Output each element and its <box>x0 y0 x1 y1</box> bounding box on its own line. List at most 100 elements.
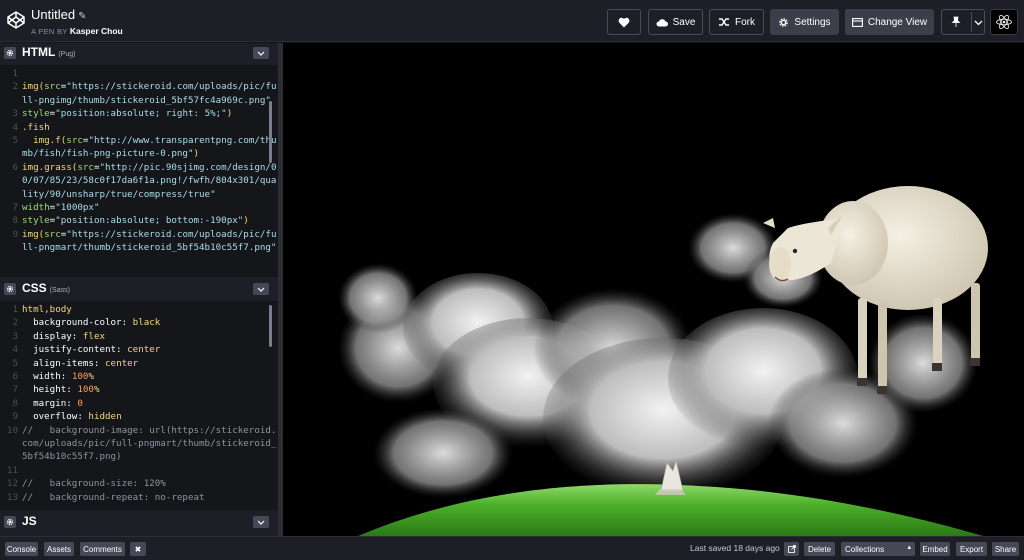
html-pane-title: HTML (Pug) <box>22 45 75 59</box>
preview-scene <box>338 186 988 536</box>
line-number: 2 <box>12 81 18 93</box>
chevron-down-icon <box>257 51 265 56</box>
code-token: % <box>93 384 100 396</box>
code-line: 2 background-color: black <box>0 316 278 329</box>
code-text: align-items: center <box>22 357 278 370</box>
code-token: ) <box>193 148 200 160</box>
code-token: src <box>44 81 61 93</box>
line-number: 11 <box>6 464 18 476</box>
code-text: // background-repeat: no-repeat <box>22 491 278 504</box>
code-token: align-items: <box>22 357 105 369</box>
fork-label: Fork <box>735 16 755 28</box>
code-token: 100 <box>77 384 94 396</box>
console-button[interactable]: Console <box>5 542 38 556</box>
save-button[interactable]: Save <box>648 9 703 35</box>
html-collapse-button[interactable] <box>253 47 269 59</box>
code-line: 9 img(src="https://stickeroid.com/uploads… <box>0 228 278 255</box>
code-line: 1 <box>0 67 278 80</box>
code-token: "1000px" <box>55 202 100 214</box>
pin-icon <box>951 16 961 27</box>
fork-button[interactable]: Fork <box>709 9 764 35</box>
line-number: 8 <box>12 397 18 409</box>
open-external-button[interactable] <box>784 542 799 556</box>
js-pane-name: JS <box>22 514 37 528</box>
user-avatar[interactable] <box>990 9 1018 35</box>
code-token: margin: <box>22 397 78 409</box>
code-token: ) <box>226 108 233 120</box>
css-editor-scrollbar[interactable] <box>269 305 272 347</box>
line-number: 6 <box>12 161 18 173</box>
cloud-icon <box>656 18 668 26</box>
code-line: 8 margin: 0 <box>0 397 278 410</box>
change-view-button[interactable]: Change View <box>845 9 934 35</box>
code-token: center <box>127 344 161 356</box>
html-pane-header: HTML (Pug) <box>0 43 278 63</box>
collections-dropdown[interactable]: Collections ▴ <box>841 542 915 556</box>
close-icon: ✖ <box>134 544 142 554</box>
caret-icon: ▴ <box>907 544 911 551</box>
author-name[interactable]: Kasper Chou <box>70 26 123 36</box>
share-button[interactable]: Share <box>992 542 1019 556</box>
edit-title-icon[interactable]: ✎ <box>78 11 86 22</box>
html-editor-scrollbar[interactable] <box>269 101 272 163</box>
code-token: img.f( <box>33 135 67 147</box>
code-token: src <box>44 228 61 240</box>
js-settings-gear-icon[interactable] <box>4 516 16 528</box>
chevron-down-icon[interactable] <box>974 20 983 26</box>
css-settings-gear-icon[interactable] <box>4 283 16 295</box>
code-token: overflow: <box>22 411 89 423</box>
assets-button[interactable]: Assets <box>44 542 74 556</box>
pin-button[interactable] <box>941 9 985 35</box>
codepen-logo-icon[interactable] <box>6 10 26 30</box>
embed-button[interactable]: Embed <box>920 542 950 556</box>
comments-button[interactable]: Comments <box>80 542 125 556</box>
css-collapse-button[interactable] <box>253 283 269 295</box>
line-number: 7 <box>12 384 18 396</box>
code-text: overflow: hidden <box>22 410 278 423</box>
code-line: 6 width: 100% <box>0 370 278 383</box>
css-code-editor[interactable]: 1 html,body 2 background-color: black 3 dis… <box>0 301 278 510</box>
pen-title-block: Untitled ✎ A PEN BY Kasper Chou <box>31 6 123 36</box>
line-number: 10 <box>6 424 18 436</box>
css-pane-name: CSS <box>22 281 47 295</box>
code-token: style <box>22 215 50 227</box>
code-line: 11 <box>0 464 278 477</box>
pin-divider <box>971 12 972 32</box>
line-number: 3 <box>12 108 18 120</box>
line-number: 1 <box>12 304 18 315</box>
heart-icon <box>618 17 630 27</box>
line-number: 4 <box>12 121 18 133</box>
chevron-down-icon <box>257 520 265 525</box>
code-token: 100 <box>71 371 89 383</box>
code-text: img(src="https://stickeroid.com/uploads/… <box>22 228 278 255</box>
code-text: display: flex <box>22 330 278 343</box>
code-token: img( <box>22 81 45 93</box>
code-token: background-color: <box>22 317 133 329</box>
last-saved-text: Last saved 18 days ago <box>690 543 780 553</box>
settings-button[interactable]: Settings <box>770 9 839 35</box>
editor-column: HTML (Pug) 1 2 img(src="https://stickeroid… <box>0 43 278 536</box>
code-line: 2 img(src="https://stickeroid.com/uploads… <box>0 80 278 107</box>
html-code-editor[interactable]: 1 2 img(src="https://stickeroid.com/uploa… <box>0 65 278 277</box>
html-preprocessor-label: (Pug) <box>58 51 76 58</box>
js-collapse-button[interactable] <box>253 516 269 528</box>
code-text: margin: 0 <box>22 397 278 410</box>
code-line: 5 img.f(src="http://www.transparentpng.c… <box>0 134 278 161</box>
line-number: 3 <box>12 330 18 342</box>
delete-button[interactable]: Delete <box>804 542 835 556</box>
settings-label: Settings <box>794 16 831 28</box>
export-button[interactable]: Export <box>956 542 987 556</box>
code-text: html,body <box>22 303 278 316</box>
code-token: display: <box>22 330 83 342</box>
code-token: // background-image: url(https://sticker… <box>22 424 277 463</box>
love-button[interactable] <box>607 9 641 35</box>
code-text: width: 100% <box>22 370 278 383</box>
shortcuts-button[interactable]: ✖ <box>130 542 146 556</box>
pen-title[interactable]: Untitled <box>31 7 75 22</box>
html-settings-gear-icon[interactable] <box>4 47 16 59</box>
result-preview <box>283 43 1024 536</box>
line-number: 7 <box>12 202 18 214</box>
line-number: 12 <box>6 478 18 490</box>
